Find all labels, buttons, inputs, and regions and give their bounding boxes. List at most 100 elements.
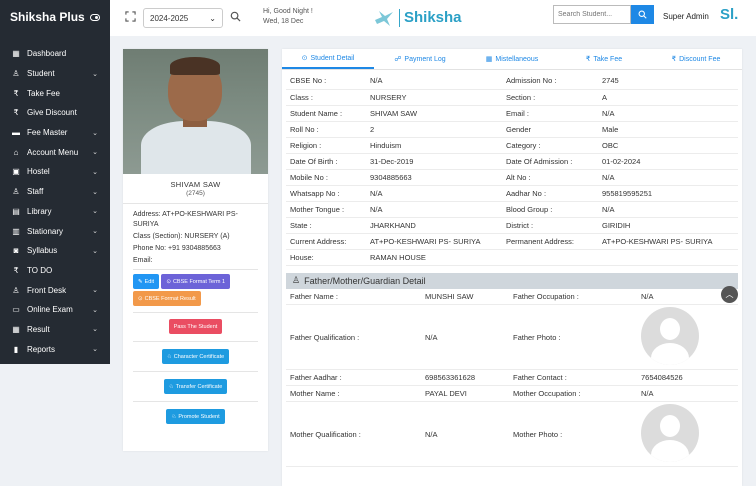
sidebar-item-dashboard[interactable]: ▦ Dashboard — [0, 44, 110, 64]
sidebar-item-reports[interactable]: ▮ Reports ⌄ — [0, 339, 110, 359]
guardian-section-header: ♙ Father/Mother/Guardian Detail — [286, 272, 738, 289]
field-value: 955819595251 — [598, 185, 738, 202]
bank-icon: ⌂ — [13, 147, 19, 157]
field-label: Section : — [502, 89, 598, 106]
field-label: Father Aadhar : — [286, 369, 421, 386]
field-label: Mother Qualification : — [286, 401, 421, 467]
field-label — [502, 249, 598, 266]
phone-text: Phone No: +91 9304885663 — [133, 245, 221, 252]
fullscreen-icon[interactable] — [125, 11, 136, 22]
greeting: Hi, Good Night ! Wed, 18 Dec — [263, 7, 313, 27]
class-section-text: Class (Section): NURSERY (A) — [133, 233, 230, 240]
field-label: Current Address: — [286, 233, 366, 250]
library-icon: ▤ — [12, 206, 20, 216]
edit-button[interactable]: ✎ Edit — [133, 274, 160, 289]
pass-student-button[interactable]: Pass The Student — [168, 319, 223, 334]
sidebar-item-staff[interactable]: ♙ Staff ⌄ — [0, 182, 110, 202]
cbse-result-button[interactable]: ⊙ CBSE Format Result — [133, 291, 201, 306]
cbse-term1-button[interactable]: ⊙ CBSE Format Term 1 — [161, 274, 231, 289]
certificate-icon: ♘ — [166, 353, 172, 360]
table-row: Father Aadhar :698563361628 Father Contac… — [286, 369, 738, 386]
sidebar-item-label: Reports — [27, 344, 56, 354]
email-text: Email: — [133, 257, 153, 264]
document-icon: ⊙ — [166, 278, 171, 285]
tab-take-fee[interactable]: ₹ Take Fee — [558, 49, 650, 69]
table-row: House: RAMAN HOUSE — [286, 249, 738, 266]
sidebar-item-result[interactable]: ▦ Result ⌄ — [0, 320, 110, 340]
sidebar-item-account-menu[interactable]: ⌂ Account Menu ⌄ — [0, 142, 110, 162]
front-desk-icon: ♙ — [12, 285, 20, 295]
sidebar-brand: Shiksha Plus — [0, 0, 110, 34]
chevron-down-icon: ⌄ — [92, 326, 98, 334]
sidebar-item-library[interactable]: ▤ Library ⌄ — [0, 202, 110, 222]
sidebar-toggle-icon[interactable] — [90, 13, 100, 21]
scroll-to-top-button[interactable]: ︿ — [721, 286, 738, 303]
chevron-down-icon: ⌄ — [92, 188, 98, 196]
session-select[interactable]: 2024-2025 ⌄ — [143, 8, 223, 28]
tab-payment-log[interactable]: ☍ Payment Log — [374, 49, 466, 69]
student-search-input[interactable] — [553, 5, 631, 24]
male-avatar-icon — [641, 307, 699, 365]
chevron-down-icon: ⌄ — [92, 306, 98, 314]
sidebar-item-online-exam[interactable]: ▭ Online Exam ⌄ — [0, 300, 110, 320]
chevron-up-icon: ︿ — [725, 290, 734, 299]
field-label: Father Contact : — [509, 369, 637, 386]
exam-icon: ▭ — [12, 305, 20, 315]
search-icon[interactable] — [230, 11, 241, 22]
sidebar-item-label: Syllabus — [27, 246, 58, 256]
student-profile-card: SHIVAM SAW (2745) Address: AT+PO-KESHWAR… — [123, 49, 268, 451]
field-label: Alt No : — [502, 169, 598, 186]
field-label: Mobile No : — [286, 169, 366, 186]
sidebar-item-label: Dashboard — [27, 49, 67, 59]
field-label: Religion : — [286, 137, 366, 154]
tab-discount-fee[interactable]: ₹ Discount Fee — [650, 49, 742, 69]
user-logo[interactable]: Sl. — [720, 6, 738, 23]
field-value: RAMAN HOUSE — [366, 249, 502, 266]
transfer-certificate-button[interactable]: ♘ Transfer Certificate — [163, 379, 228, 394]
sidebar-item-syllabus[interactable]: ◙ Syllabus ⌄ — [0, 241, 110, 261]
sidebar-item-front-desk[interactable]: ♙ Front Desk ⌄ — [0, 280, 110, 300]
user-name[interactable]: Super Admin — [663, 12, 709, 21]
sidebar-item-student[interactable]: ♙ Student ⌄ — [0, 64, 110, 84]
table-row: Whatsapp No : N/A Aadhar No :955819595251 — [286, 185, 738, 202]
field-label: Father Photo : — [509, 304, 637, 370]
divider — [123, 203, 268, 204]
sidebar-item-give-discount[interactable]: ₹ Give Discount — [0, 103, 110, 123]
field-label: Mother Tongue : — [286, 201, 366, 218]
sidebar-item-stationary[interactable]: ▥ Stationary ⌄ — [0, 221, 110, 241]
field-label: Father Name : — [286, 288, 421, 305]
student-search-button[interactable] — [631, 5, 654, 24]
student-contact-info: Address: AT+PO-KESHWARI PS- SURIYA Class… — [123, 210, 268, 266]
hostel-icon: ▣ — [12, 167, 20, 177]
sidebar-item-take-fee[interactable]: ₹ Take Fee — [0, 83, 110, 103]
dashboard-icon: ▦ — [12, 49, 20, 59]
detail-tabs: ⊙ Student Detail ☍ Payment Log ▦ Mistellaneou… — [282, 49, 742, 70]
sidebar-item-hostel[interactable]: ▣ Hostel ⌄ — [0, 162, 110, 182]
bird-logo-icon — [375, 11, 393, 26]
table-row: Student Name : SHIVAM SAW Email : N/A — [286, 105, 738, 122]
tab-mistellaneous[interactable]: ▦ Mistellaneous — [466, 49, 558, 69]
field-label: House: — [286, 249, 366, 266]
character-certificate-button[interactable]: ♘ Character Certificate — [161, 349, 230, 364]
sidebar-item-fee-master[interactable]: ▬ Fee Master ⌄ — [0, 123, 110, 143]
field-label: Admission No : — [502, 73, 598, 90]
promote-student-button[interactable]: ♘ Promote Student — [166, 409, 225, 424]
date-line: Wed, 18 Dec — [263, 18, 304, 25]
field-label: State : — [286, 217, 366, 234]
field-value: N/A — [598, 105, 738, 122]
table-row: Mother Tongue : N/A Blood Group : N/A — [286, 201, 738, 218]
field-value: N/A — [598, 169, 738, 186]
character-certificate-label: Character Certificate — [173, 353, 225, 360]
sidebar-item-label: Student — [27, 69, 55, 79]
field-value — [637, 401, 738, 467]
student-name: SHIVAM SAW — [170, 180, 221, 189]
female-avatar-icon — [641, 404, 699, 462]
tab-student-detail[interactable]: ⊙ Student Detail — [282, 49, 374, 69]
field-value: 9304885663 — [366, 169, 502, 186]
field-label: Date Of Admission : — [502, 153, 598, 170]
field-value: N/A — [598, 201, 738, 218]
logo-separator — [399, 9, 400, 27]
action-buttons: ✎ Edit ⊙ CBSE Format Term 1 ⊙ CBSE Forma… — [123, 274, 268, 306]
sidebar-item-label: Front Desk — [27, 285, 67, 295]
sidebar-item-to-do[interactable]: ₹ TO DO — [0, 261, 110, 281]
